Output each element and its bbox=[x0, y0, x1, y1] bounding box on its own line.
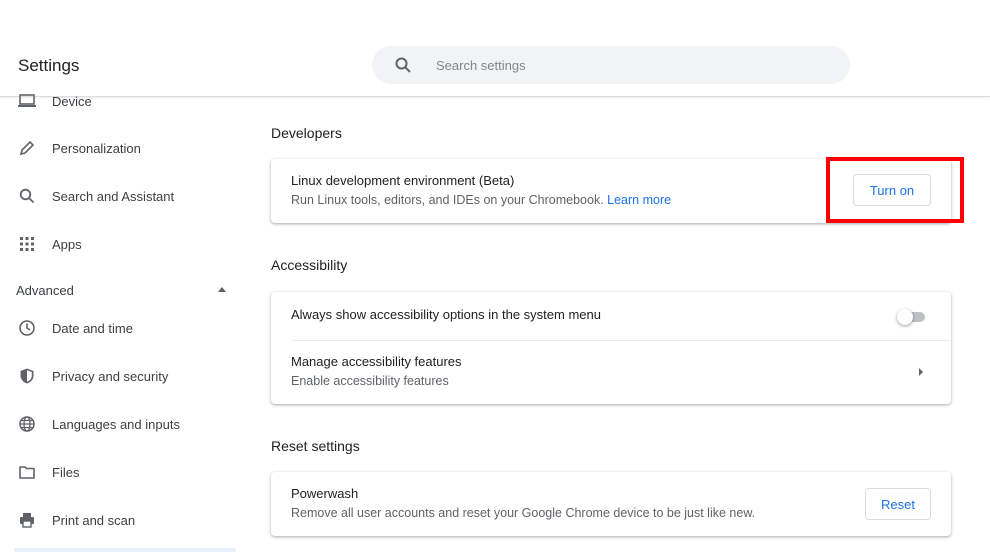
sidebar-item-label: Languages and inputs bbox=[52, 416, 180, 432]
chevron-right-icon bbox=[919, 368, 923, 376]
sidebar-item-label: Personalization bbox=[52, 140, 141, 156]
reset-button[interactable]: Reset bbox=[865, 488, 931, 520]
sidebar-item-privacy-security[interactable]: Privacy and security bbox=[0, 356, 240, 396]
sidebar-item-print-scan[interactable]: Print and scan bbox=[0, 500, 240, 540]
search-input[interactable] bbox=[434, 56, 818, 74]
clock-icon bbox=[18, 319, 36, 337]
manage-accessibility-row[interactable]: Manage accessibility features Enable acc… bbox=[271, 341, 951, 404]
reset-card: Powerwash Remove all user accounts and r… bbox=[271, 472, 951, 536]
sidebar-item-date-time[interactable]: Date and time bbox=[0, 308, 240, 348]
sidebar-item-label: Files bbox=[52, 464, 80, 480]
sidebar-item-label: Print and scan bbox=[52, 512, 136, 528]
powerwash-subtitle: Remove all user accounts and reset your … bbox=[291, 506, 756, 520]
linux-env-description: Run Linux tools, editors, and IDEs on yo… bbox=[291, 193, 671, 207]
printer-icon bbox=[18, 511, 36, 529]
sidebar-item-files[interactable]: Files bbox=[0, 452, 240, 492]
turn-on-button[interactable]: Turn on bbox=[853, 174, 931, 206]
sidebar-item-label: Apps bbox=[52, 236, 82, 252]
folder-icon bbox=[18, 463, 36, 481]
sidebar-item-search-assistant[interactable]: Search and Assistant bbox=[0, 176, 240, 216]
linux-env-title: Linux development environment (Beta) bbox=[291, 173, 515, 188]
caret-up-icon bbox=[218, 287, 226, 292]
sidebar-item-label: Privacy and security bbox=[52, 368, 169, 384]
globe-icon bbox=[18, 415, 36, 433]
accessibility-menu-toggle[interactable] bbox=[897, 309, 927, 325]
shield-icon bbox=[18, 367, 36, 385]
toggle-knob bbox=[897, 309, 913, 325]
linux-env-subtitle: Run Linux tools, editors, and IDEs on yo… bbox=[291, 193, 604, 207]
advanced-label: Advanced bbox=[16, 283, 74, 298]
learn-more-link[interactable]: Learn more bbox=[607, 193, 671, 207]
search-box[interactable] bbox=[372, 46, 850, 84]
sidebar-item-apps[interactable]: Apps bbox=[0, 224, 240, 264]
sidebar-item-personalization[interactable]: Personalization bbox=[0, 128, 240, 168]
sidebar-item-label: Device bbox=[52, 93, 92, 109]
accessibility-card: Always show accessibility options in the… bbox=[271, 292, 951, 404]
always-show-accessibility-label: Always show accessibility options in the… bbox=[291, 307, 601, 322]
sidebar-selection-indicator bbox=[14, 548, 236, 552]
sidebar-item-languages-inputs[interactable]: Languages and inputs bbox=[0, 404, 240, 444]
laptop-icon bbox=[18, 92, 36, 110]
search-icon bbox=[395, 57, 411, 73]
sidebar-item-device[interactable]: Device bbox=[0, 81, 240, 121]
powerwash-title: Powerwash bbox=[291, 486, 359, 501]
sidebar-item-label: Date and time bbox=[52, 320, 133, 336]
manage-accessibility-subtitle: Enable accessibility features bbox=[291, 374, 449, 388]
apps-grid-icon bbox=[18, 235, 36, 253]
search-icon bbox=[18, 187, 36, 205]
manage-accessibility-title: Manage accessibility features bbox=[291, 354, 462, 369]
developers-card: Linux development environment (Beta) Run… bbox=[271, 159, 951, 223]
pencil-icon bbox=[18, 139, 36, 157]
app-title: Settings bbox=[18, 56, 80, 75]
accessibility-section-title: Accessibility bbox=[271, 257, 348, 273]
developers-section-title: Developers bbox=[271, 125, 342, 141]
reset-section-title: Reset settings bbox=[271, 438, 360, 454]
sidebar: Device Personalization Search and Assist… bbox=[0, 90, 240, 552]
advanced-section-toggle[interactable]: Advanced bbox=[16, 283, 226, 299]
sidebar-item-label: Search and Assistant bbox=[52, 188, 175, 204]
